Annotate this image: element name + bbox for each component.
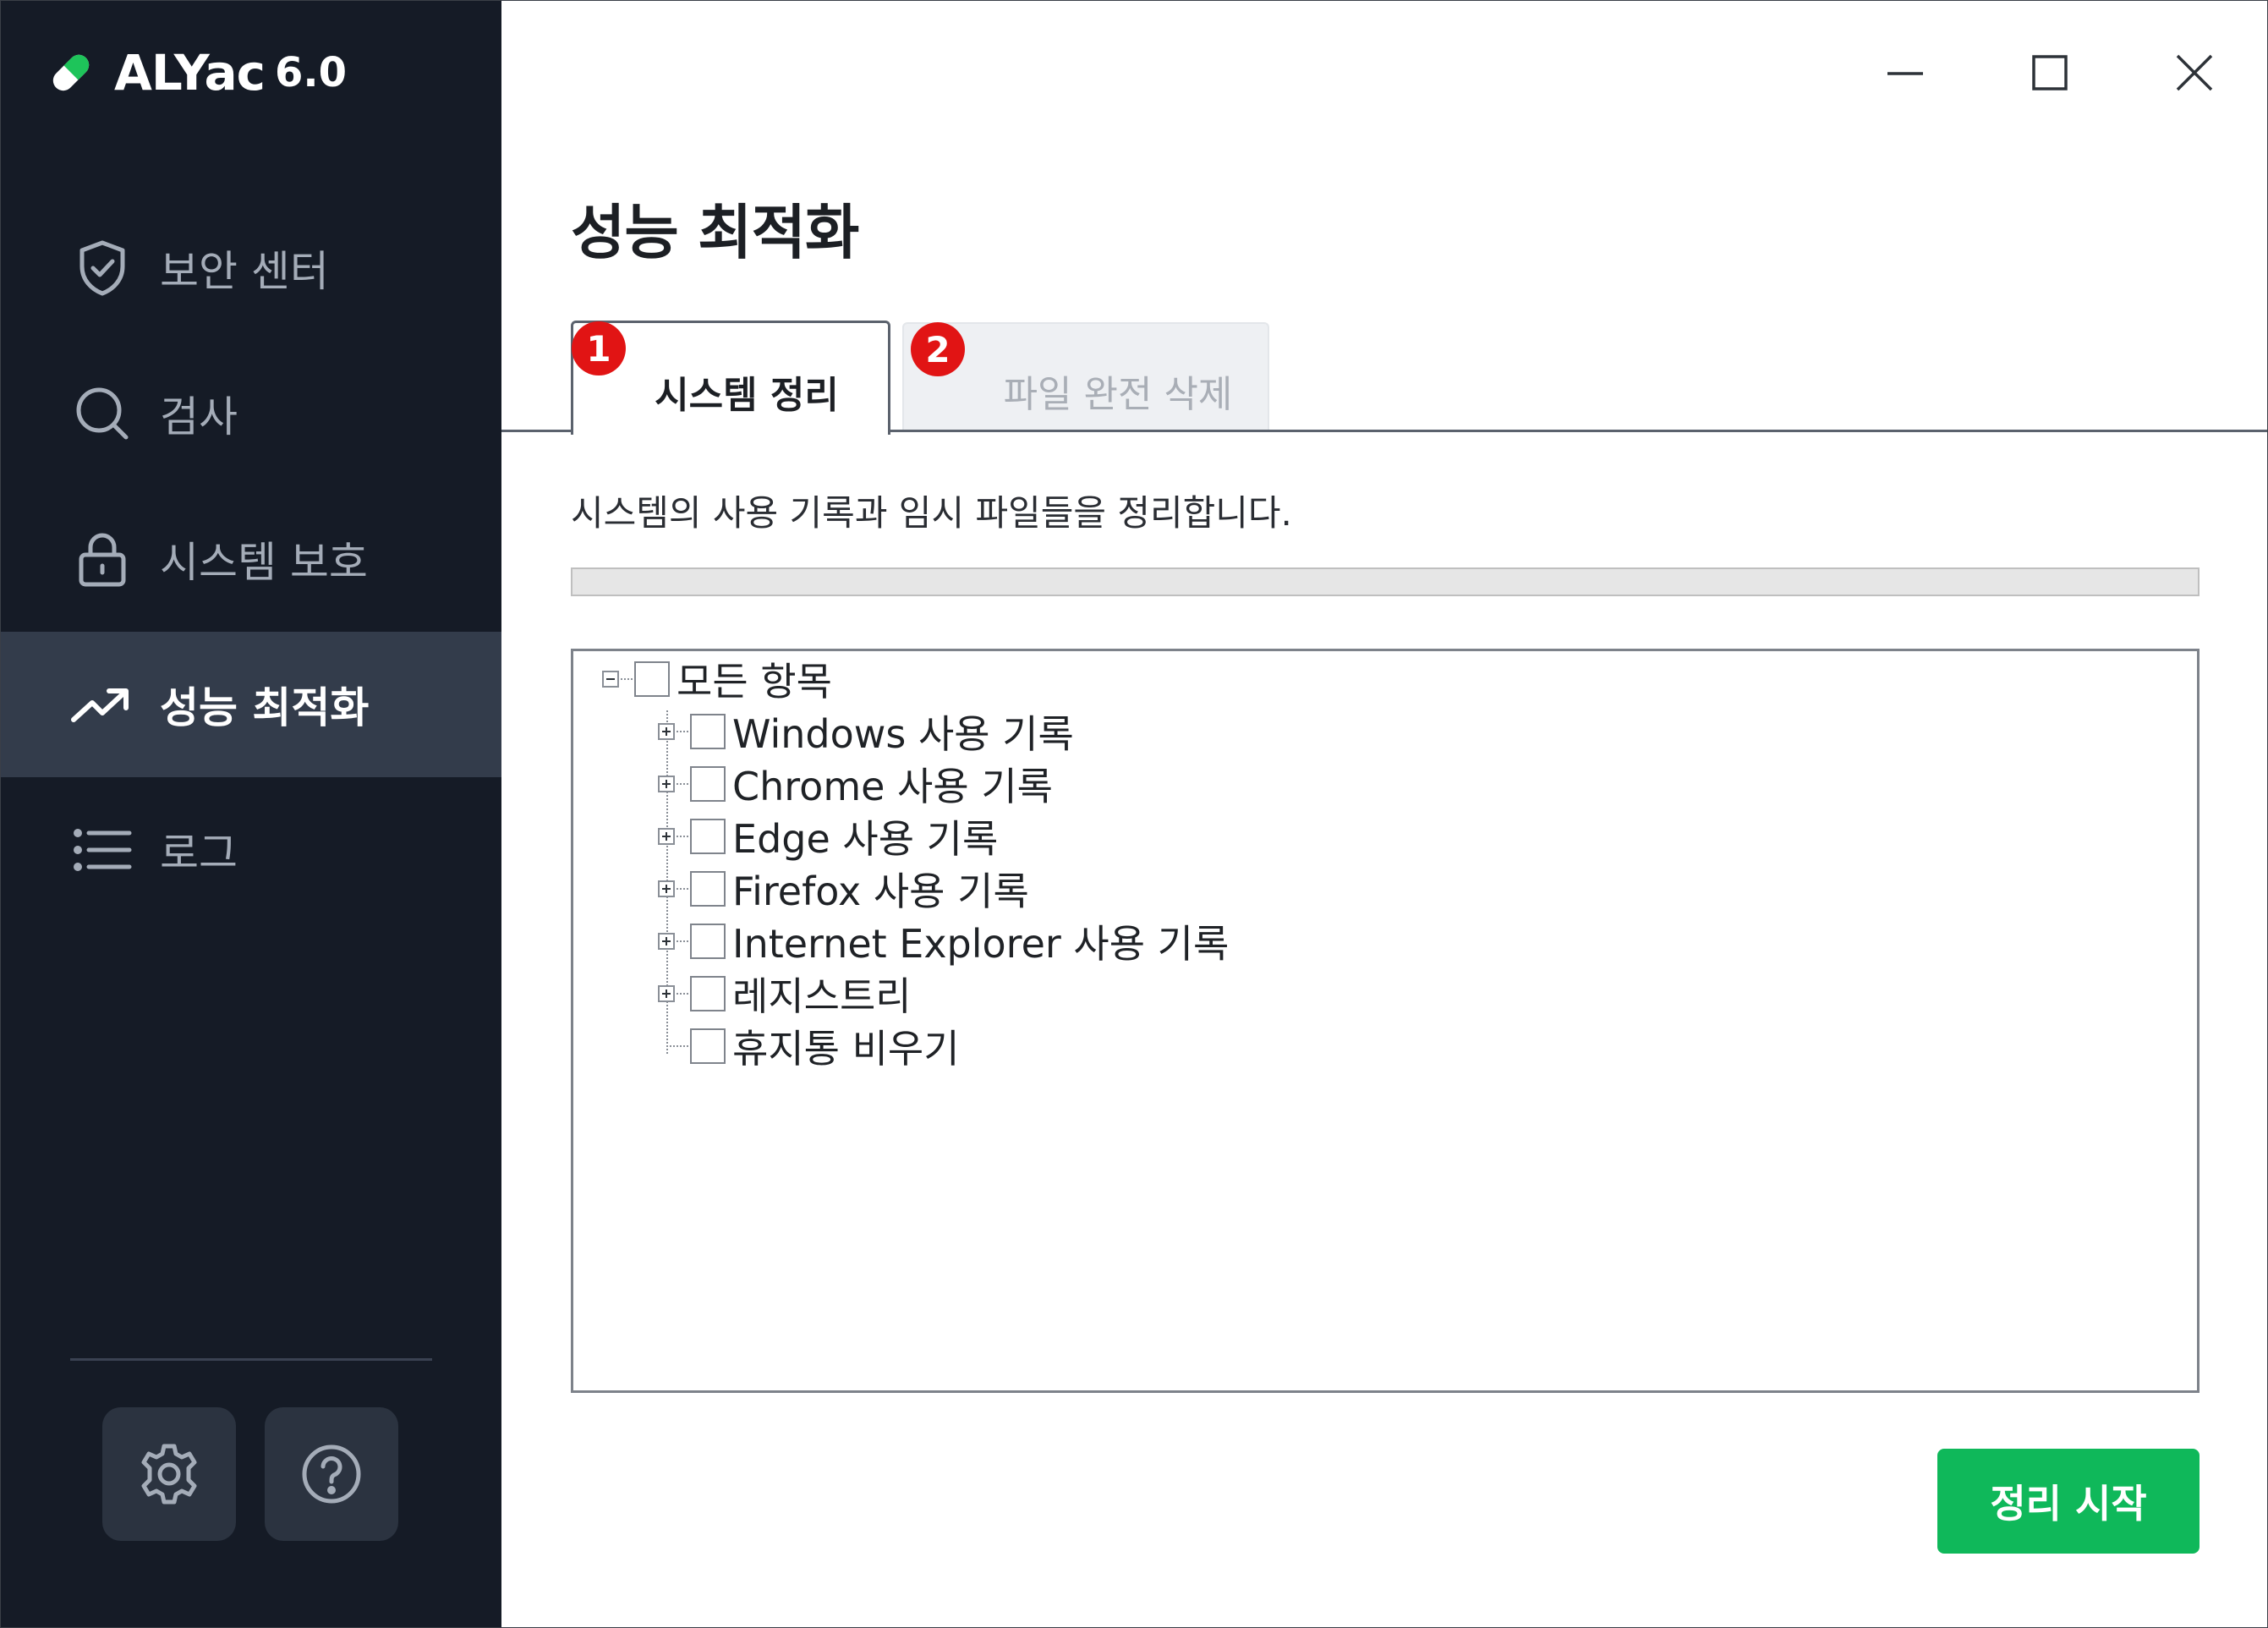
tree-label: Windows 사용 기록	[732, 711, 1074, 757]
description-text: 시스템의 사용 기록과 임시 파일들을 정리합니다.	[571, 492, 1292, 534]
sidebar-item-label: 로그	[160, 829, 238, 878]
tree-checkbox[interactable]	[690, 924, 726, 959]
app-window: ALYac 6.0 보안 센터 검사 시스템 보호 성능 최적화 로그 성능 최…	[0, 0, 2268, 1628]
tree-item: Internet Explorer 사용 기록	[658, 917, 1229, 967]
tree-label: Firefox 사용 기록	[732, 869, 1029, 914]
tree-checkbox[interactable]	[690, 819, 726, 854]
maximize-button[interactable]	[2012, 35, 2088, 111]
sidebar-item-label: 시스템 보호	[160, 538, 368, 587]
close-icon	[2176, 54, 2213, 91]
tree-checkbox[interactable]	[690, 714, 726, 749]
sidebar-item-system-protection[interactable]: 시스템 보호	[1, 486, 501, 632]
tree-checkbox[interactable]	[690, 1028, 726, 1064]
expand-toggle[interactable]	[658, 933, 675, 950]
close-button[interactable]	[2156, 35, 2232, 111]
tree-label: Internet Explorer 사용 기록	[732, 921, 1230, 967]
sidebar-item-label: 보안 센터	[160, 247, 329, 296]
start-cleanup-button[interactable]: 정리 시작	[1937, 1449, 2200, 1554]
app-logo: ALYac 6.0	[45, 43, 347, 102]
maximize-icon	[2032, 55, 2068, 90]
sidebar: ALYac 6.0 보안 센터 검사 시스템 보호 성능 최적화 로그	[1, 1, 501, 1627]
tree-label: 레지스트리	[732, 973, 912, 1019]
trending-up-icon	[70, 672, 134, 737]
tree-item: 레지스트리	[658, 969, 912, 1019]
tab-badge: 1	[572, 321, 626, 375]
sidebar-item-log[interactable]: 로그	[1, 777, 501, 923]
tree-checkbox[interactable]	[690, 871, 726, 907]
expand-toggle[interactable]	[658, 776, 675, 792]
search-icon	[70, 381, 134, 446]
tab-label: 파일 완전 삭제	[1003, 372, 1233, 416]
tree-label: Chrome 사용 기록	[732, 764, 1053, 809]
tree-checkbox[interactable]	[634, 661, 670, 697]
help-button[interactable]	[265, 1407, 398, 1541]
sidebar-item-performance[interactable]: 성능 최적화	[1, 632, 501, 777]
tab-badge: 2	[911, 322, 965, 376]
collapse-toggle[interactable]	[602, 671, 619, 688]
expand-toggle[interactable]	[658, 828, 675, 845]
tree-root-row: 모든 항목	[602, 655, 832, 704]
help-icon	[302, 1444, 361, 1504]
tree-item: Windows 사용 기록	[658, 707, 1074, 757]
tree-checkbox[interactable]	[690, 976, 726, 1011]
tree-item: 휴지통 비우기	[666, 1022, 960, 1072]
app-version: 6.0	[275, 49, 348, 96]
tree-label: 휴지통 비우기	[732, 1026, 960, 1072]
sidebar-item-security-center[interactable]: 보안 센터	[1, 195, 501, 341]
app-name: ALYac	[114, 44, 266, 101]
sidebar-nav: 보안 센터 검사 시스템 보호 성능 최적화 로그	[1, 195, 501, 923]
expand-toggle[interactable]	[658, 985, 675, 1002]
shield-check-icon	[70, 236, 134, 300]
minimize-icon	[1887, 72, 1923, 75]
cleanup-tree: 모든 항목 Windows 사용 기록 Chrome 사용 기록 Edge 사용…	[571, 649, 2200, 1393]
sidebar-item-label: 성능 최적화	[160, 683, 370, 732]
tab-label: 시스템 정리	[655, 374, 839, 417]
list-icon	[70, 818, 134, 882]
sidebar-item-label: 검사	[160, 392, 238, 441]
tree-item: Edge 사용 기록	[658, 812, 999, 862]
page-title: 성능 최적화	[571, 198, 859, 267]
lock-icon	[70, 527, 134, 591]
minimize-button[interactable]	[1867, 35, 1943, 111]
sidebar-item-scan[interactable]: 검사	[1, 341, 501, 486]
tree-label: Edge 사용 기록	[732, 816, 999, 862]
tree-label: 모든 항목	[677, 659, 832, 704]
tree-item: Chrome 사용 기록	[658, 759, 1053, 809]
expand-toggle[interactable]	[658, 723, 675, 740]
pill-logo-icon	[52, 54, 90, 91]
progress-bar	[571, 567, 2200, 596]
expand-toggle[interactable]	[658, 880, 675, 897]
tree-checkbox[interactable]	[690, 766, 726, 802]
sidebar-divider	[70, 1358, 432, 1361]
settings-button[interactable]	[102, 1407, 236, 1541]
tree-item: Firefox 사용 기록	[658, 864, 1029, 914]
gear-icon	[141, 1444, 197, 1505]
